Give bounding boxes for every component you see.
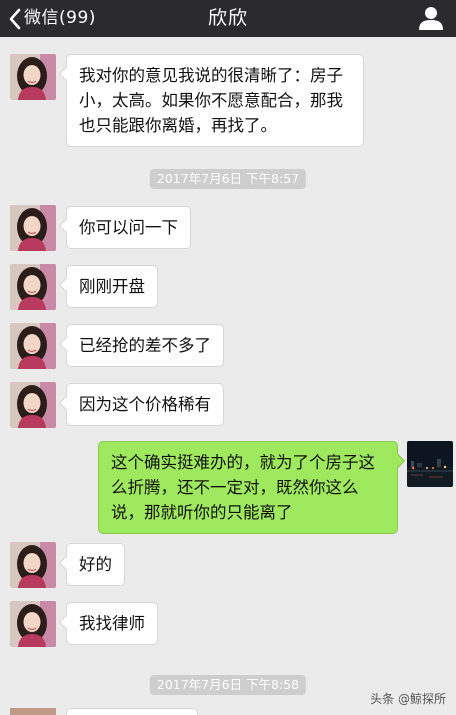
contact-photo-icon — [10, 382, 56, 428]
message-text: 你可以问一下 — [79, 218, 178, 237]
night-city-photo-icon — [407, 441, 453, 487]
timestamp: 2017年7月6日 下午8:57 — [149, 169, 307, 189]
contact-photo-icon — [10, 323, 56, 369]
title-bar: 微信(99) 欣欣 — [0, 0, 456, 37]
my-avatar[interactable] — [407, 441, 453, 487]
contact-photo-icon — [10, 205, 56, 251]
message-bubble-received[interactable]: 我对你的意见我说的很清晰了：房子小，太高。如果你不愿意配合，那我也只能跟你离婚，… — [58, 54, 364, 147]
chat-title: 欣欣 — [207, 7, 248, 29]
contact-photo-icon — [10, 601, 56, 647]
contact-avatar[interactable] — [10, 708, 56, 715]
message-bubble-received[interactable]: 你可以问一下 — [58, 206, 191, 249]
message-bubble-received[interactable]: 刚刚开盘 — [58, 265, 158, 308]
contact-photo-icon — [10, 264, 56, 310]
contact-avatar[interactable] — [10, 382, 56, 428]
message-text: 好的 — [79, 555, 112, 574]
contact-avatar[interactable] — [10, 205, 56, 251]
contact-avatar[interactable] — [10, 264, 56, 310]
contact-info-icon[interactable] — [418, 5, 444, 31]
message-text: 已经抢的差不多了 — [79, 336, 211, 355]
message-text: 刚刚开盘 — [79, 277, 145, 296]
message-bubble-received[interactable]: 因为这个价格稀有 — [58, 383, 224, 426]
contact-avatar[interactable] — [10, 54, 56, 100]
contact-photo-icon — [10, 54, 56, 100]
message-bubble-received[interactable]: 好的 — [58, 543, 125, 586]
contact-avatar[interactable] — [10, 542, 56, 588]
message-text: 我找律师 — [79, 614, 145, 633]
message-bubble-received[interactable]: 已经抢的差不多了 — [58, 324, 224, 367]
message-text: 这个确实挺难办的，就为了个房子这么折腾，还不一定对，既然你这么说，那就听你的只能… — [111, 453, 375, 522]
contact-photo-icon — [10, 542, 56, 588]
contact-avatar[interactable] — [10, 601, 56, 647]
message-text: 因为这个价格稀有 — [79, 395, 211, 414]
timestamp: 2017年7月6日 下午8:58 — [149, 675, 307, 695]
message-bubble-received[interactable] — [66, 708, 198, 715]
watermark: 头条 @鲸探所 — [370, 692, 446, 706]
message-text: 我对你的意见我说的很清晰了：房子小，太高。如果你不愿意配合，那我也只能跟你离婚，… — [79, 66, 343, 135]
message-bubble-sent[interactable]: 这个确实挺难办的，就为了个房子这么折腾，还不一定对，既然你这么说，那就听你的只能… — [98, 441, 406, 534]
message-bubble-received[interactable]: 我找律师 — [58, 602, 158, 645]
contact-avatar[interactable] — [10, 323, 56, 369]
